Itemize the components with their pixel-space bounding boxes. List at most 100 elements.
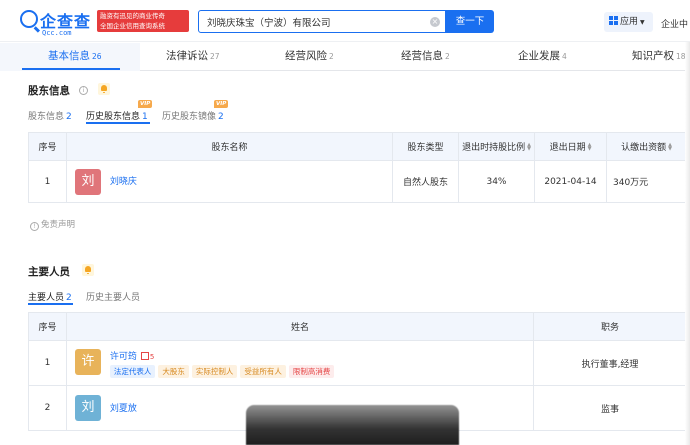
subscribed-amount: 340万元 — [606, 160, 687, 203]
column-header: 退出日期 ▲ ▼ — [534, 132, 607, 161]
disclaimer-label: 免责声明 — [41, 220, 76, 230]
person-name-link[interactable]: 刘夏放 — [110, 404, 137, 414]
subtab-history-shareholders[interactable]: 历史股东信息 1 — [86, 109, 148, 122]
shareholders-table: 序号 股东名称 股东类型 退出时持股比例 ▲ ▼ 退出日期 ▲ ▼ 认缴出资额 ▲ ▼ 1 … — [28, 132, 687, 203]
person-position: 执行董事,经理 — [533, 340, 687, 386]
tag-major-shareholder: 大股东 — [158, 364, 189, 378]
subtab-count: 2 — [66, 293, 72, 303]
top-bar: 企查查 Qcc.com 融资有迅见的商业传奇 全国企业信用查询系统 × 查一下 … — [0, 0, 690, 42]
column-header: 退出时持股比例 ▲ ▼ — [458, 132, 535, 161]
column-header: 序号 — [28, 312, 67, 341]
subtab-label: 历史主要人员 — [86, 293, 141, 303]
tab-label: 知识产权 — [632, 50, 674, 62]
subtab-count: 2 — [218, 112, 224, 122]
column-header-label: 退出日期 — [549, 143, 586, 153]
tab-count: 2 — [445, 52, 450, 61]
column-header: 职务 — [533, 312, 687, 341]
main-content: 股东信息 i 股东信息 2 历史股东信息 1 VIP 历史股东镜像 2 VIP 序号 … — [0, 72, 690, 445]
tab-legal[interactable]: 法律诉讼 27 — [166, 43, 220, 71]
shareholder-name-link[interactable]: 刘晓庆 — [110, 177, 137, 187]
table-row: 1 许 许可筠 5 法定代表人 大股东 实际控制人 受益所有人 限制高消费 执行董事,经理 — [28, 340, 687, 386]
vip-badge: VIP — [138, 100, 153, 108]
promo-badge-line1: 融资有迅见的商业传奇 — [100, 12, 165, 20]
row-index: 2 — [28, 385, 67, 431]
column-header-label: 退出时持股比例 — [462, 143, 526, 153]
active-subtab-underline — [86, 122, 150, 124]
subtab-count: 1 — [142, 112, 148, 122]
column-header: 股东名称 — [66, 132, 393, 161]
subtab-label: 主要人员 — [28, 293, 65, 303]
subtab-history-personnel[interactable]: 历史主要人员 — [86, 290, 140, 303]
sort-icon[interactable]: ▲ ▼ — [527, 143, 531, 152]
obscured-overlay — [246, 405, 459, 445]
avatar[interactable]: 许 — [75, 348, 101, 375]
tab-development[interactable]: 企业发展 4 — [518, 43, 567, 71]
active-tab-underline — [22, 68, 120, 70]
tab-basic-info[interactable]: 基本信息 26 — [48, 43, 102, 71]
table-row: 1 刘 刘晓庆 自然人股东 34% 2021-04-14 340万元 — [28, 160, 687, 203]
column-header: 股东类型 — [392, 132, 459, 161]
person-cell: 许 许可筠 5 法定代表人 大股东 实际控制人 受益所有人 限制高消费 — [66, 340, 534, 386]
exit-date: 2021-04-14 — [534, 160, 607, 203]
avatar[interactable]: 刘 — [75, 395, 101, 421]
avatar[interactable]: 刘 — [75, 168, 101, 195]
column-header: 姓名 — [66, 312, 534, 341]
subtab-label: 股东信息 — [28, 112, 65, 122]
exit-ratio: 34% — [458, 160, 535, 203]
logo[interactable]: 企查查 Qcc.com — [20, 8, 92, 38]
row-index: 1 — [28, 340, 67, 386]
row-index: 1 — [28, 160, 67, 203]
person-position: 监事 — [533, 385, 687, 431]
apps-button[interactable]: 应用 ▼ — [604, 12, 653, 32]
relation-icon — [140, 351, 149, 360]
tag-actual-controller: 实际控制人 — [191, 364, 238, 378]
sort-icon[interactable]: ▲ ▼ — [668, 143, 672, 152]
apps-grid-icon — [609, 16, 618, 25]
tab-label: 法律诉讼 — [166, 50, 208, 62]
logo-domain: Qcc.com — [42, 29, 72, 37]
bell-icon[interactable] — [98, 83, 110, 95]
column-header: 序号 — [28, 132, 67, 161]
subtab-label: 历史股东镜像 — [162, 112, 217, 122]
person-tags: 法定代表人 大股东 实际控制人 受益所有人 限制高消费 — [109, 364, 338, 378]
tab-ip[interactable]: 知识产权 18 — [632, 43, 686, 71]
logo-magnifier-icon — [20, 10, 38, 28]
search-button[interactable]: 查一下 — [446, 10, 494, 33]
enterprise-center-link[interactable]: 企业中 — [661, 17, 688, 30]
apps-label: 应用 — [620, 17, 639, 27]
promo-badge-line2: 全国企业信用查询系统 — [100, 22, 165, 30]
info-icon[interactable]: i — [79, 86, 88, 95]
sort-icon[interactable]: ▲ ▼ — [588, 143, 592, 152]
tab-count: 26 — [92, 52, 102, 61]
relation-count: 5 — [149, 352, 155, 361]
shareholders-title: 股东信息 — [28, 85, 70, 97]
tag-consumption-restriction[interactable]: 限制高消费 — [288, 364, 335, 378]
subtab-count: 2 — [66, 112, 72, 122]
table-header-row: 序号 股东名称 股东类型 退出时持股比例 ▲ ▼ 退出日期 ▲ ▼ 认缴出资额 ▲ ▼ — [28, 132, 687, 161]
main-tabs: 基本信息 26 法律诉讼 27 经营风险 2 经营信息 2 企业发展 4 知识产权 18 — [0, 43, 690, 71]
clear-search-icon[interactable]: × — [430, 17, 440, 27]
subtab-shareholders[interactable]: 股东信息 2 — [28, 109, 72, 122]
subtab-label: 历史股东信息 — [86, 112, 141, 122]
tab-label: 经营风险 — [285, 50, 327, 62]
relation-count-badge[interactable]: 5 — [140, 351, 155, 361]
column-header-label: 认缴出资额 — [621, 143, 667, 153]
subtab-personnel[interactable]: 主要人员 2 — [28, 290, 72, 303]
scroll-edge — [685, 42, 690, 445]
person-name-link[interactable]: 许可筠 — [110, 352, 137, 362]
subtab-history-mirror[interactable]: 历史股东镜像 2 — [162, 109, 224, 122]
disclaimer-link[interactable]: ! 免责声明 — [30, 218, 75, 231]
tab-risk[interactable]: 经营风险 2 — [285, 43, 334, 71]
shareholder-type: 自然人股东 — [392, 160, 459, 203]
bell-icon[interactable] — [82, 264, 94, 276]
search-input[interactable] — [199, 11, 424, 32]
chevron-down-icon: ▼ — [640, 19, 645, 26]
column-header: 认缴出资额 ▲ ▼ — [606, 132, 687, 161]
person-info: 许可筠 5 法定代表人 大股东 实际控制人 受益所有人 限制高消费 — [109, 349, 338, 378]
tab-operations[interactable]: 经营信息 2 — [401, 43, 450, 71]
tab-count: 2 — [329, 52, 334, 61]
tab-label: 基本信息 — [48, 50, 90, 62]
shareholder-cell: 刘 刘晓庆 — [66, 160, 393, 203]
promo-badge[interactable]: 融资有迅见的商业传奇 全国企业信用查询系统 — [97, 10, 189, 32]
vip-badge: VIP — [214, 100, 229, 108]
